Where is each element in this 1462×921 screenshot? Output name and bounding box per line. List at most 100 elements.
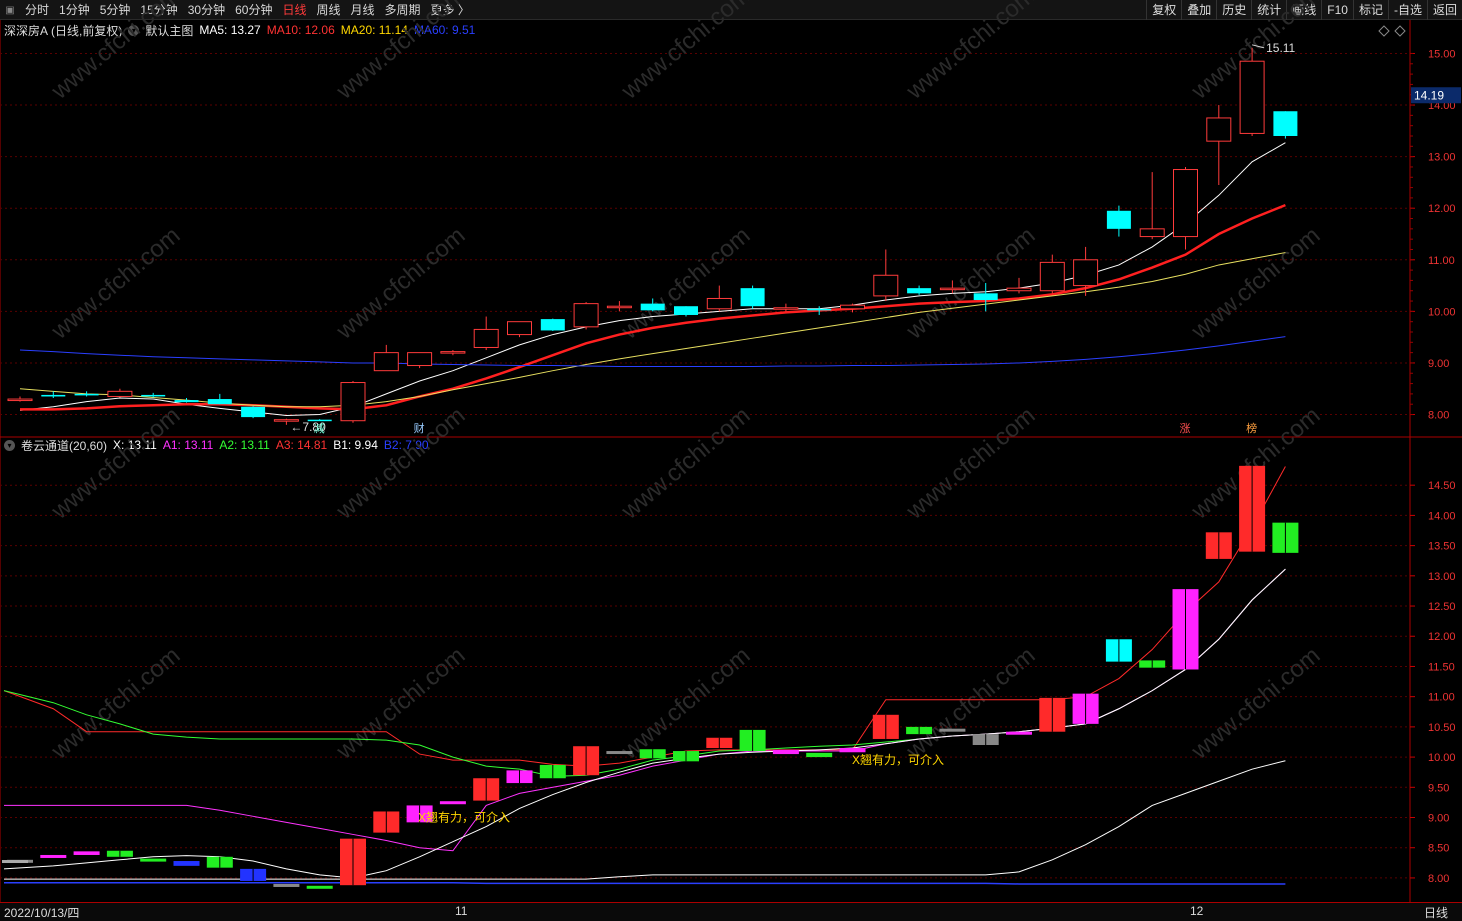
ind-bar — [306, 885, 333, 889]
watermark-text: www.cfchi.com — [1186, 642, 1326, 765]
candle-body-up — [1173, 169, 1198, 238]
candle-body-up — [773, 307, 799, 310]
main-y-tick-label: 11.00 — [1428, 255, 1455, 267]
period-indicator[interactable]: 日线 — [1424, 904, 1448, 921]
ind-y-tick-label: 9.50 — [1428, 782, 1449, 794]
main-y-tick-label: 10.00 — [1428, 306, 1456, 318]
candle-body-up — [407, 352, 433, 367]
watermark-text: www.cfchi.com — [331, 222, 471, 345]
price-chart[interactable]: 15.00 14.00 13.00 12.00 11.00 10.00 9.00 8.00 ww… — [0, 0, 1462, 921]
candle-body-up — [1073, 259, 1099, 287]
ind-bar — [1006, 731, 1032, 735]
ind-bar — [73, 851, 100, 855]
candle-body-up — [1139, 228, 1165, 238]
diamond-icon — [1394, 25, 1406, 37]
ind-bar — [939, 728, 966, 732]
watermark-text: www.cfchi.com — [616, 0, 756, 105]
ind-y-tick-label: 11.00 — [1428, 692, 1455, 704]
ind-y-tick-label: 10.00 — [1428, 752, 1456, 764]
ind-bar — [772, 749, 799, 755]
ind-y-tick-label: 11.50 — [1428, 661, 1455, 673]
main-y-tick-label: 9.00 — [1428, 358, 1449, 370]
main-y-tick-label: 13.00 — [1428, 152, 1456, 164]
watermark-text: www.cfchi.com — [901, 642, 1041, 765]
main-y-tick-label: 8.00 — [1428, 410, 1449, 422]
high-price-label: 15.11 — [1266, 41, 1295, 55]
event-marker: 涨 — [1180, 422, 1191, 435]
ind-y-tick-label: 8.00 — [1428, 873, 1449, 885]
event-marker: 榜 — [1246, 421, 1257, 435]
candle-body-up — [340, 382, 366, 422]
ind-y-tick-label: 13.00 — [1428, 571, 1456, 583]
candle-body-up — [507, 321, 532, 336]
buy-signal-annotation: X翘有力，可介入 — [418, 811, 510, 825]
candle-body-up — [373, 352, 399, 372]
candle-body-up — [7, 398, 33, 402]
ind-bar — [606, 751, 633, 755]
diamond-icon — [1378, 25, 1390, 37]
ind-y-tick-label: 14.00 — [1428, 510, 1456, 522]
candle-body-down — [1273, 111, 1298, 136]
candle-body-down — [74, 393, 99, 396]
candle-body-up — [873, 274, 899, 297]
watermark-text: www.cfchi.com — [46, 402, 186, 525]
buy-signal-annotation: X翘有力，可介入 — [852, 753, 944, 767]
ind-bar — [173, 861, 200, 866]
cursor-date: 2022/10/13/四 — [4, 906, 80, 920]
current-price-label: 14.19 — [1414, 88, 1444, 102]
watermark-text: www.cfchi.com — [46, 642, 186, 765]
candle-body-up — [473, 328, 499, 348]
watermark-text: www.cfchi.com — [331, 642, 471, 765]
ind-bar — [839, 748, 866, 753]
ind-bar — [806, 752, 833, 758]
candle-body-up — [939, 287, 965, 291]
candle-body-up — [1006, 287, 1032, 292]
watermark-text: www.cfchi.com — [46, 222, 186, 345]
ind-bar — [40, 854, 67, 858]
candle-body-down — [41, 394, 66, 397]
candle-body-down — [807, 308, 832, 311]
ind-y-tick-label: 14.50 — [1428, 480, 1456, 492]
app-window: ▣ 分时 1分钟 5分钟 15分钟 30分钟 60分钟 日线 周线 月线 多周期 更多 〉 复权 叠加… — [0, 0, 1462, 921]
watermark-text: www.cfchi.com — [46, 0, 186, 105]
ind-bar — [439, 801, 466, 805]
candle-body-up — [440, 351, 466, 354]
watermark-text: www.cfchi.com — [901, 402, 1041, 525]
main-y-tick-label: 12.00 — [1428, 203, 1456, 215]
ind-y-tick-label: 10.50 — [1428, 722, 1456, 734]
watermark-text: www.cfchi.com — [616, 402, 756, 525]
candle-body-up — [107, 390, 133, 397]
event-marker: 财 — [414, 421, 425, 435]
candle-body-down — [740, 288, 765, 307]
candle-body-down — [907, 288, 932, 294]
candle-body-down — [141, 394, 166, 397]
candle-body-down — [174, 400, 199, 403]
month-label-nov: 11 — [455, 904, 468, 918]
main-y-tick-label: 15.00 — [1428, 48, 1456, 60]
ind-bar — [140, 858, 167, 862]
candle-body-up — [1039, 261, 1065, 292]
watermark-text: www.cfchi.com — [901, 0, 1041, 105]
candle-body-down — [973, 293, 998, 301]
candle-body-up — [606, 305, 632, 309]
ind-left-stub — [2, 860, 28, 864]
ind-y-tick-label: 12.50 — [1428, 601, 1456, 613]
candle-body-up — [1206, 117, 1232, 142]
watermark-text: www.cfchi.com — [616, 642, 756, 765]
candle-body-down — [674, 306, 698, 315]
ind-y-tick-label: 12.00 — [1428, 631, 1456, 643]
candle-body-up — [573, 303, 599, 328]
candle-body-down — [1106, 210, 1131, 229]
ind-y-tick-label: 13.50 — [1428, 541, 1456, 553]
candle-body-up — [840, 304, 865, 310]
candle-body-up — [1239, 60, 1265, 134]
month-label-dec: 12 — [1190, 904, 1204, 918]
candle-body-up — [706, 297, 732, 310]
watermark-text: www.cfchi.com — [616, 222, 756, 345]
candle-body-down — [540, 319, 565, 331]
watermark-text: www.cfchi.com — [331, 0, 471, 105]
candle-body-down — [241, 406, 266, 418]
ind-y-tick-label: 8.50 — [1428, 843, 1449, 855]
ind-bar — [273, 883, 300, 887]
ind-line-b2 — [4, 882, 1286, 885]
